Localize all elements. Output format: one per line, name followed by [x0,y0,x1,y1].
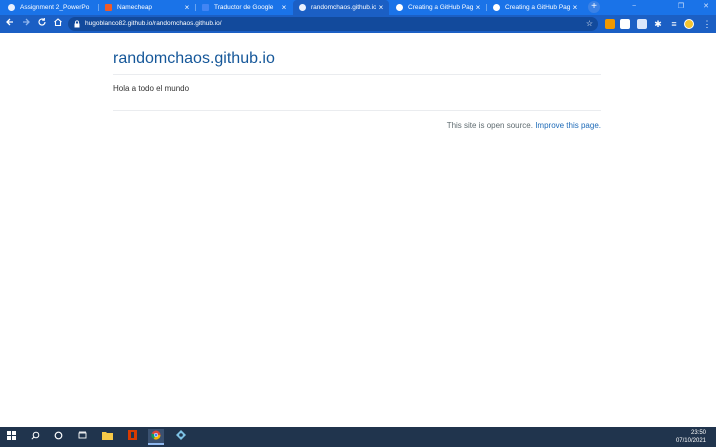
reload-button[interactable] [35,17,49,31]
diamond-app-icon [176,430,186,440]
windows-taskbar: 23:50 07/10/2021 [0,427,716,447]
search-button[interactable] [27,429,43,445]
system-clock[interactable]: 23:50 07/10/2021 [676,429,706,445]
cortana-button[interactable] [50,429,66,445]
close-tab-icon[interactable]: × [182,0,192,15]
search-icon [30,431,39,440]
file-explorer-button[interactable] [99,429,115,445]
header-divider [113,74,601,75]
page-content-text: Hola a todo el mundo [113,84,190,93]
page-viewport: randomchaos.github.io Hola a todo el mun… [0,33,716,427]
new-tab-button[interactable]: + [588,1,600,13]
office-button[interactable] [124,429,140,445]
chrome-taskbar-button[interactable] [148,429,164,445]
folder-icon [101,432,113,440]
url-text: hugoblanco82.github.io/randomchaos.githu… [85,20,222,27]
site-title-link[interactable]: randomchaos.github.io [113,50,275,68]
tab-title: Creating a GitHub Page [408,4,473,11]
close-tab-icon[interactable]: × [376,0,386,15]
tab-google-translate[interactable]: Traductor de Google × [196,0,292,15]
back-arrow-icon [6,18,13,26]
tab-title: Assignment 2_PowerPo [20,4,90,11]
page-footer: This site is open source. Improve this p… [447,121,601,130]
extension-icon[interactable] [637,19,647,29]
github-icon [396,4,403,11]
bookmark-star-icon[interactable]: ☆ [586,17,593,31]
tab-namecheap[interactable]: Namecheap × [99,0,195,15]
task-view-icon [78,431,86,439]
chrome-icon [151,430,161,440]
tab-randomchaos[interactable]: randomchaos.github.io | × [293,0,389,15]
namecheap-icon [105,4,112,11]
office-icon [127,430,137,440]
close-window-button[interactable]: ✕ [696,0,716,15]
close-tab-icon[interactable]: × [279,0,289,15]
extension-icon[interactable] [620,19,630,29]
address-bar[interactable]: hugoblanco82.github.io/randomchaos.githu… [68,17,598,31]
clock-date: 07/10/2021 [675,438,706,444]
minimize-button[interactable]: − [624,0,644,15]
browser-toolbar: hugoblanco82.github.io/randomchaos.githu… [0,15,716,33]
home-icon [54,18,62,27]
forward-arrow-icon [23,18,30,26]
powerpoint-icon [8,4,15,11]
menu-kebab-icon[interactable]: ⋮ [702,19,712,29]
tab-title: randomchaos.github.io | [311,4,376,11]
globe-icon [299,4,306,11]
close-tab-icon[interactable]: × [473,0,483,15]
google-translate-icon [202,4,209,11]
tab-assignment[interactable]: Assignment 2_PowerPo [2,0,98,15]
tab-strip: Assignment 2_PowerPo Namecheap × Traduct… [0,0,716,15]
tab-title: Namecheap [117,4,153,11]
home-button[interactable] [51,17,65,31]
improve-page-link[interactable]: Improve this page. [535,121,601,130]
puzzle-extensions-icon[interactable]: ✱ [653,19,663,29]
tab-title: Traductor de Google [214,4,274,11]
github-icon [493,4,500,11]
maximize-button[interactable]: ❐ [671,0,691,15]
lock-icon [74,20,80,28]
tab-title: Creating a GitHub Page [505,4,570,11]
reload-icon [38,18,46,26]
reading-list-icon[interactable]: ≡ [669,19,679,29]
extension-icon[interactable] [605,19,615,29]
start-button[interactable] [3,429,19,445]
back-button[interactable] [3,17,17,31]
cortana-circle-icon [54,431,62,440]
clock-time: 23:50 [690,430,706,436]
forward-button[interactable] [19,17,33,31]
close-tab-icon[interactable]: × [570,0,580,15]
profile-avatar-icon[interactable] [684,19,694,29]
windows-logo-icon [6,431,16,440]
footer-text: This site is open source. [446,121,533,130]
tab-github-page-1[interactable]: Creating a GitHub Page × [390,0,486,15]
footer-divider [113,110,601,111]
app-taskbar-button[interactable] [173,429,189,445]
tab-github-page-2[interactable]: Creating a GitHub Page × [487,0,583,15]
task-view-button[interactable] [74,429,90,445]
